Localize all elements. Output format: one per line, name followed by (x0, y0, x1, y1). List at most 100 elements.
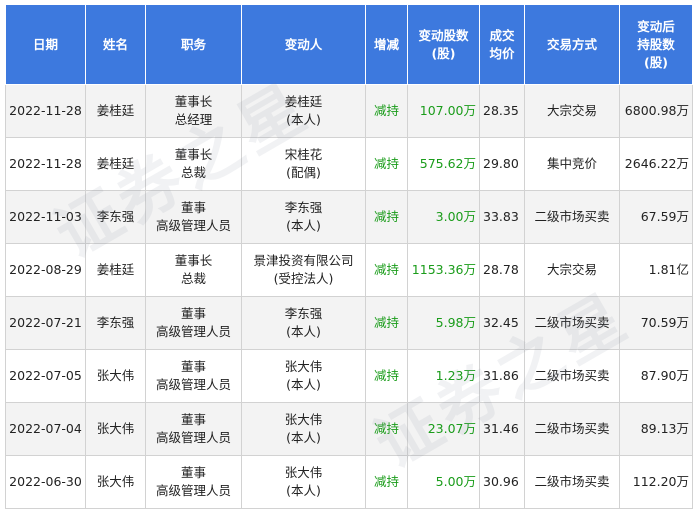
cell-name: 李东强 (85, 190, 146, 244)
position-line-2: 总裁 (180, 165, 206, 180)
cell-date: 2022-11-03 (5, 190, 86, 244)
position-line-2: 高级管理人员 (155, 218, 231, 233)
table-header-row: 日期 姓名 职务 变动人 增减 变动股数 (股) 成交 均价 交易方式 变动后 (5, 4, 693, 85)
cell-direction: 减持 (365, 349, 408, 403)
changer-line-2: (本人) (286, 377, 321, 392)
changer-line-1: 姜桂廷 (284, 94, 323, 109)
changer-line-2: (本人) (286, 112, 321, 127)
cell-changer: 李东强 (本人) (241, 190, 366, 244)
cell-avg-price: 30.96 (479, 455, 525, 509)
header-name: 姓名 (85, 4, 146, 85)
cell-method: 二级市场买卖 (524, 455, 620, 509)
cell-changer: 宋桂花 (配偶) (241, 137, 366, 191)
insider-trading-table: 日期 姓名 职务 变动人 增减 变动股数 (股) 成交 均价 交易方式 变动后 (5, 4, 693, 509)
table-row: 2022-08-29 姜桂廷 董事长 总裁 景津投资有限公司 (受控法人) 减持… (5, 243, 693, 297)
table-body: 2022-11-28 姜桂廷 董事长 总经理 姜桂廷 (本人) 减持 107.0… (5, 84, 693, 509)
header-date: 日期 (5, 4, 86, 85)
cell-position: 董事长 总裁 (145, 137, 242, 191)
position-line-2: 总经理 (174, 112, 213, 127)
cell-shares-changed: 575.62万 (407, 137, 480, 191)
cell-changer: 姜桂廷 (本人) (241, 84, 366, 138)
changer-line-1: 张大伟 (284, 359, 323, 374)
table-row: 2022-07-04 张大伟 董事 高级管理人员 张大伟 (本人) 减持 23.… (5, 402, 693, 456)
cell-name: 张大伟 (85, 402, 146, 456)
cell-changer: 李东强 (本人) (241, 296, 366, 350)
changer-line-2: (本人) (286, 430, 321, 445)
page: 日期 姓名 职务 变动人 增减 变动股数 (股) 成交 均价 交易方式 变动后 (0, 0, 693, 514)
cell-direction: 减持 (365, 296, 408, 350)
cell-shares-changed: 1.23万 (407, 349, 480, 403)
changer-line-2: (配偶) (286, 165, 321, 180)
cell-date: 2022-07-21 (5, 296, 86, 350)
position-line-1: 董事 (180, 412, 206, 427)
cell-name: 李东强 (85, 296, 146, 350)
cell-avg-price: 29.80 (479, 137, 525, 191)
header-direction: 增减 (365, 4, 408, 85)
changer-line-2: (受控法人) (273, 271, 334, 286)
cell-changer: 张大伟 (本人) (241, 455, 366, 509)
cell-method: 二级市场买卖 (524, 402, 620, 456)
position-line-2: 总裁 (180, 271, 206, 286)
cell-position: 董事 高级管理人员 (145, 349, 242, 403)
header-position: 职务 (145, 4, 242, 85)
cell-position: 董事 高级管理人员 (145, 190, 242, 244)
cell-position: 董事长 总经理 (145, 84, 242, 138)
cell-holding-after: 6800.98万 (619, 84, 693, 138)
changer-line-1: 张大伟 (284, 412, 323, 427)
header-holding-line-1: 变动后 (637, 18, 675, 34)
position-line-2: 高级管理人员 (155, 430, 231, 445)
changer-line-1: 李东强 (284, 200, 323, 215)
cell-holding-after: 70.59万 (619, 296, 693, 350)
cell-avg-price: 33.83 (479, 190, 525, 244)
cell-changer: 张大伟 (本人) (241, 402, 366, 456)
cell-position: 董事 高级管理人员 (145, 402, 242, 456)
position-line-2: 高级管理人员 (155, 324, 231, 339)
cell-name: 姜桂廷 (85, 137, 146, 191)
position-line-1: 董事 (180, 465, 206, 480)
position-line-1: 董事长 (174, 147, 213, 162)
header-shares-line-2: (股) (431, 45, 456, 61)
cell-position: 董事长 总裁 (145, 243, 242, 297)
cell-date: 2022-08-29 (5, 243, 86, 297)
cell-date: 2022-07-04 (5, 402, 86, 456)
cell-name: 张大伟 (85, 349, 146, 403)
cell-holding-after: 87.90万 (619, 349, 693, 403)
table-row: 2022-11-28 姜桂廷 董事长 总裁 宋桂花 (配偶) 减持 575.62… (5, 137, 693, 191)
cell-avg-price: 28.78 (479, 243, 525, 297)
cell-direction: 减持 (365, 137, 408, 191)
changer-line-2: (本人) (286, 483, 321, 498)
header-changer-line: 变动人 (284, 36, 323, 52)
cell-method: 大宗交易 (524, 84, 620, 138)
cell-name: 姜桂廷 (85, 243, 146, 297)
header-shares-line-1: 变动股数 (418, 27, 469, 43)
cell-position: 董事 高级管理人员 (145, 296, 242, 350)
cell-shares-changed: 5.00万 (407, 455, 480, 509)
changer-line-2: (本人) (286, 218, 321, 233)
header-holding-line-2: 持股数 (637, 36, 675, 52)
header-changer: 变动人 (241, 4, 366, 85)
position-line-2: 高级管理人员 (155, 483, 231, 498)
cell-direction: 减持 (365, 455, 408, 509)
cell-holding-after: 89.13万 (619, 402, 693, 456)
position-line-1: 董事 (180, 200, 206, 215)
position-line-2: 高级管理人员 (155, 377, 231, 392)
table-row: 2022-11-03 李东强 董事 高级管理人员 李东强 (本人) 减持 3.0… (5, 190, 693, 244)
table-row: 2022-07-05 张大伟 董事 高级管理人员 张大伟 (本人) 减持 1.2… (5, 349, 693, 403)
header-holding-line-3: (股) (644, 54, 668, 70)
position-line-1: 董事 (180, 359, 206, 374)
cell-date: 2022-06-30 (5, 455, 86, 509)
changer-line-1: 张大伟 (284, 465, 323, 480)
cell-avg-price: 31.86 (479, 349, 525, 403)
cell-avg-price: 31.46 (479, 402, 525, 456)
cell-holding-after: 112.20万 (619, 455, 693, 509)
cell-position: 董事 高级管理人员 (145, 455, 242, 509)
header-avg-price: 成交 均价 (479, 4, 525, 85)
header-price-line-1: 成交 (489, 27, 515, 43)
cell-changer: 张大伟 (本人) (241, 349, 366, 403)
cell-direction: 减持 (365, 402, 408, 456)
table-row: 2022-11-28 姜桂廷 董事长 总经理 姜桂廷 (本人) 减持 107.0… (5, 84, 693, 138)
header-holding-after: 变动后 持股数 (股) (619, 4, 693, 85)
cell-shares-changed: 107.00万 (407, 84, 480, 138)
cell-method: 二级市场买卖 (524, 190, 620, 244)
changer-line-2: (本人) (286, 324, 321, 339)
